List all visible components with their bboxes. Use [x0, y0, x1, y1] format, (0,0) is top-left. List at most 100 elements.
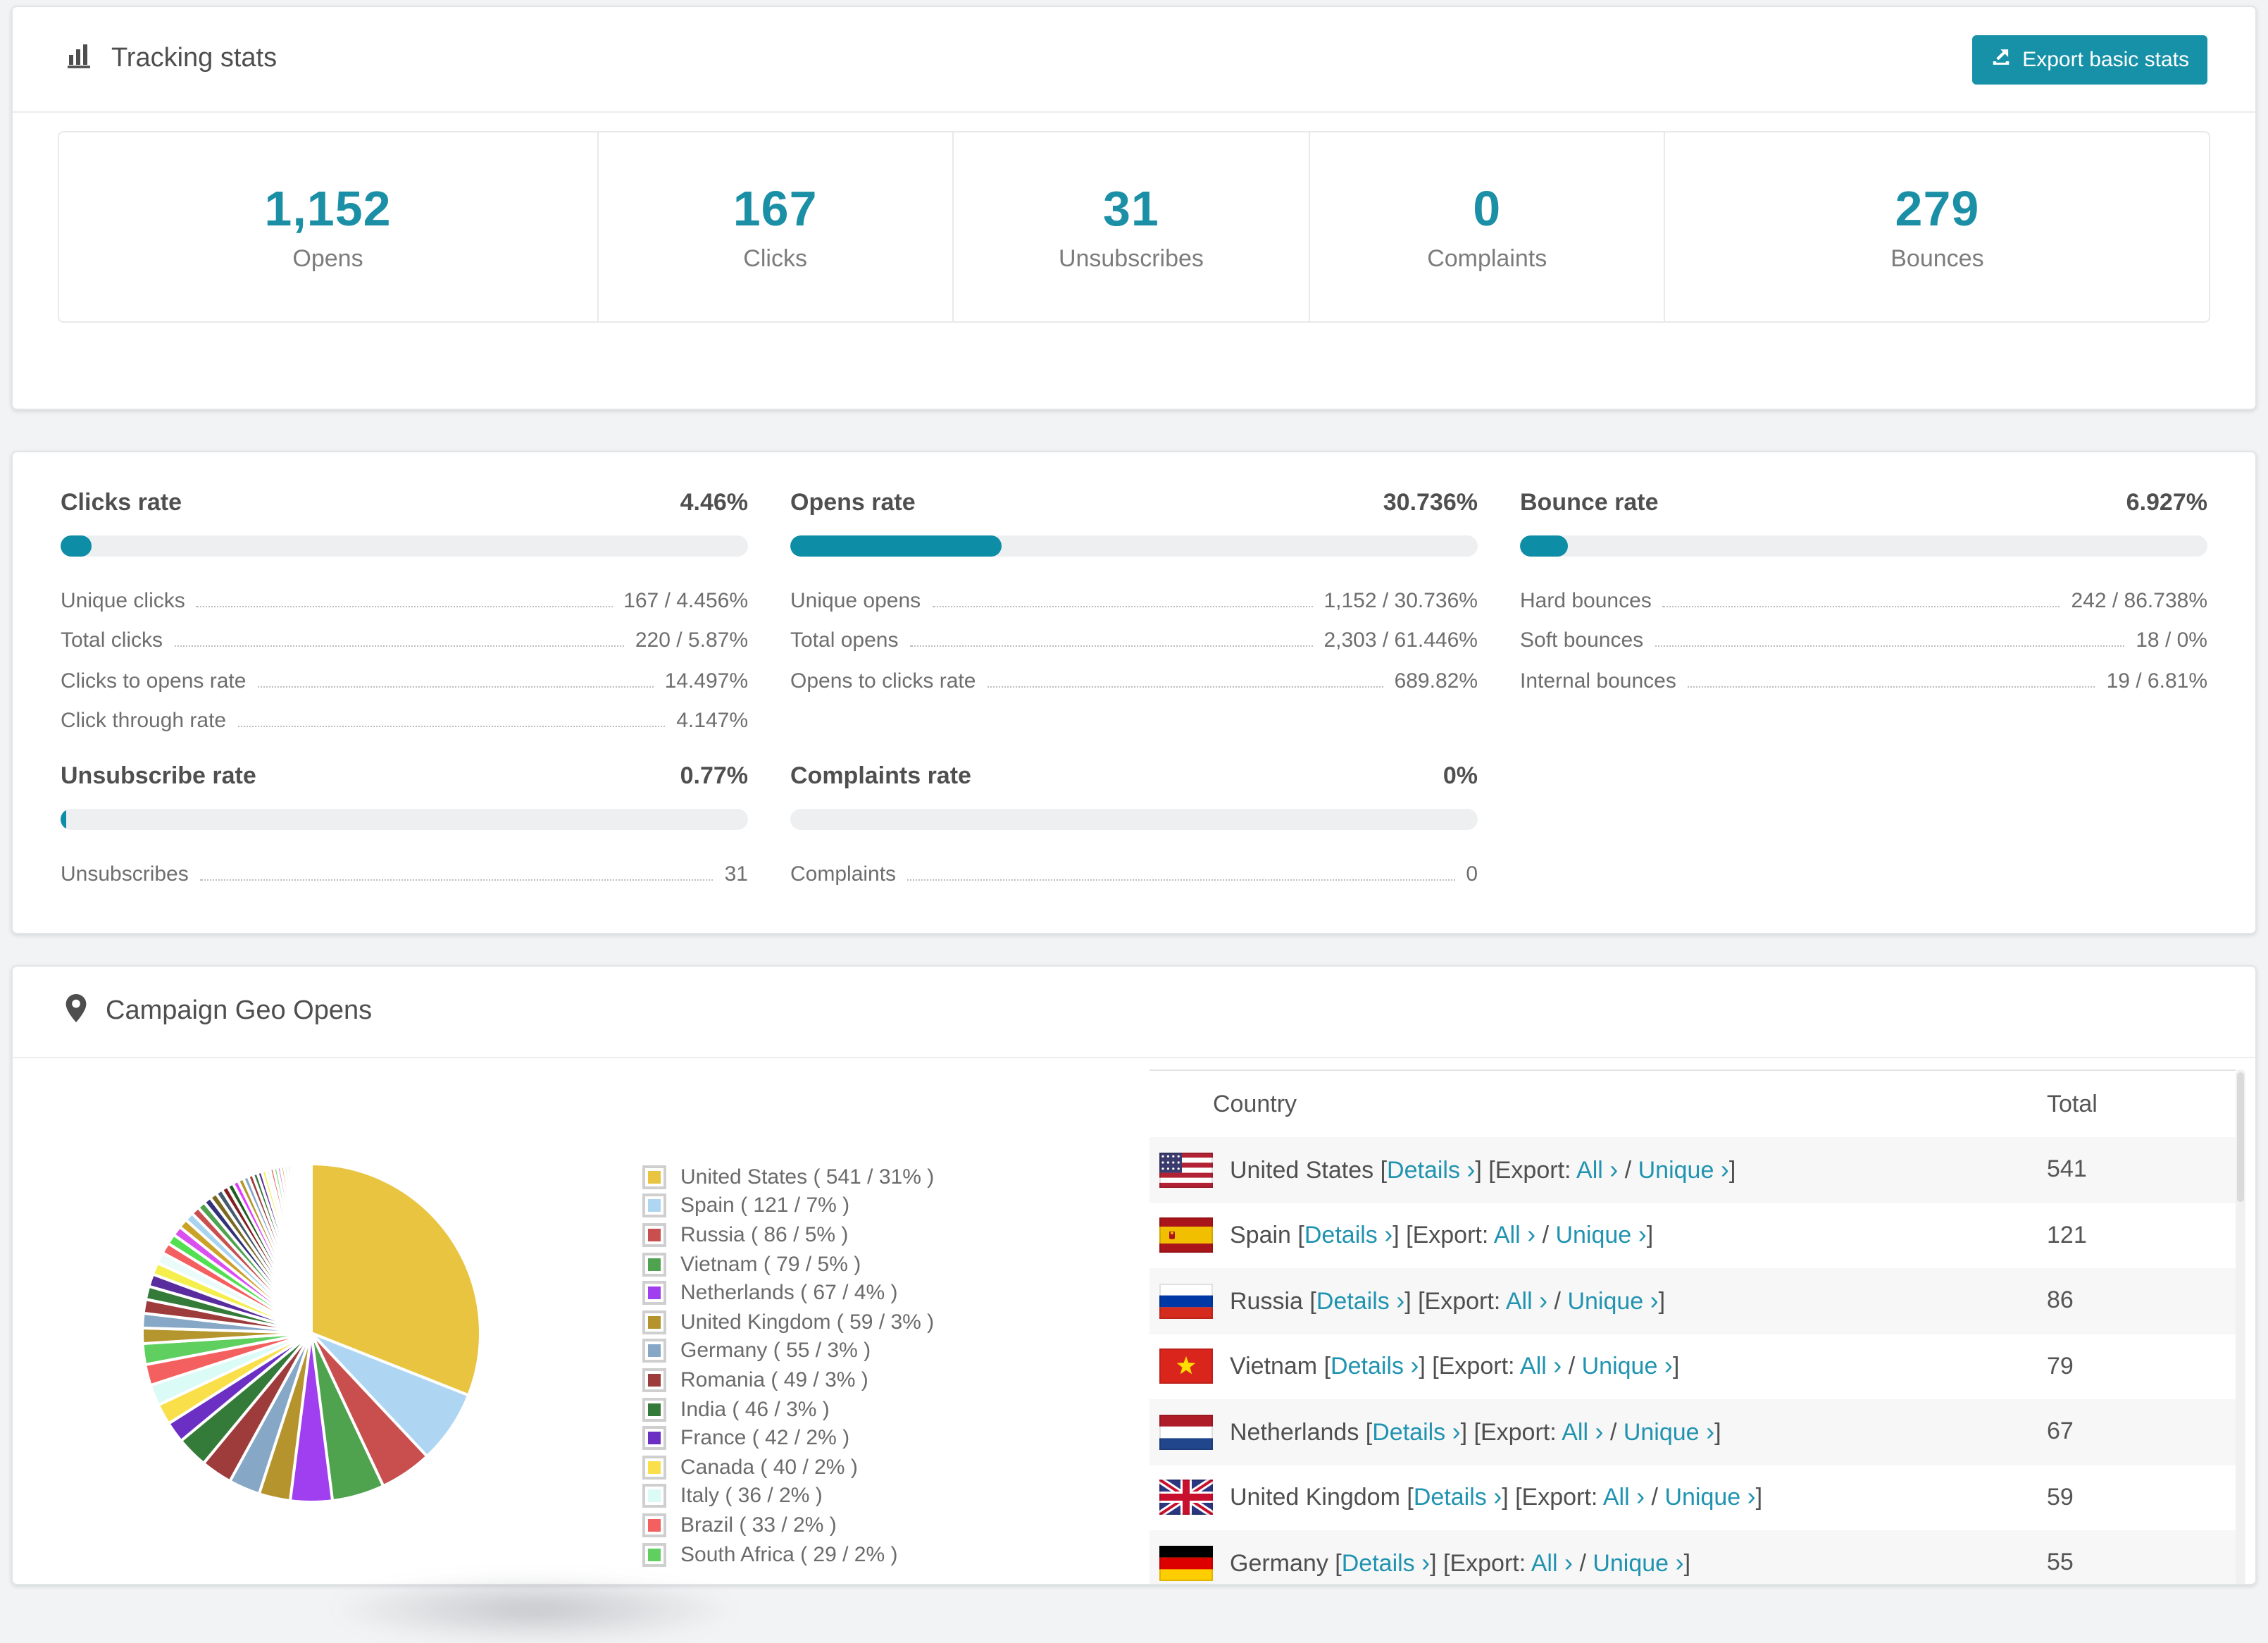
rate-title: Unsubscribe rate	[61, 762, 256, 789]
details-link[interactable]: Details ›	[1414, 1483, 1502, 1511]
country-flag	[1159, 1152, 1213, 1188]
stat-label: Bounces	[1890, 244, 1984, 271]
legend-label: Canada ( 40 / 2% )	[680, 1455, 858, 1480]
country-flag	[1159, 1545, 1213, 1581]
table-row: Netherlands [Details ›] [Export: All › /…	[1149, 1399, 2236, 1465]
bar-chart-icon	[65, 41, 93, 78]
rate-row-value: 689.82%	[1394, 669, 1478, 693]
export-all-link[interactable]: All ›	[1562, 1418, 1603, 1446]
dotted-leader	[196, 605, 613, 607]
legend-item: France ( 42 / 2% )	[642, 1424, 934, 1453]
legend-swatch	[642, 1194, 666, 1218]
rate-column-opens-rate: Opens rate 30.736% Unique opens 1,152 / …	[790, 489, 1478, 737]
export-unique-link[interactable]: Unique ›	[1624, 1418, 1714, 1446]
rate-title: Bounce rate	[1520, 489, 1659, 516]
legend-label: India ( 46 / 3% )	[680, 1397, 830, 1422]
country-name: Vietnam	[1230, 1353, 1324, 1380]
dotted-leader	[199, 879, 714, 880]
rate-row-label: Internal bounces	[1520, 669, 1676, 693]
export-unique-link[interactable]: Unique ›	[1664, 1483, 1755, 1511]
rate-row-label: Hard bounces	[1520, 588, 1652, 612]
dotted-leader	[174, 645, 624, 647]
legend-item: Italy ( 36 / 2% )	[642, 1482, 934, 1511]
export-unique-link[interactable]: Unique ›	[1638, 1155, 1729, 1184]
legend-swatch	[642, 1368, 666, 1392]
stat-bounces: 279 Bounces	[1664, 132, 2209, 321]
export-all-link[interactable]: All ›	[1576, 1155, 1618, 1184]
stat-label: Opens	[292, 244, 363, 271]
legend-label: United States ( 541 / 31% )	[680, 1165, 935, 1189]
rate-row: Total opens 2,303 / 61.446%	[790, 616, 1478, 657]
rate-row-value: 1,152 / 30.736%	[1323, 588, 1478, 612]
stat-opens: 1,152 Opens	[59, 132, 597, 321]
export-all-link[interactable]: All ›	[1603, 1483, 1645, 1511]
country-name: United States	[1230, 1156, 1381, 1184]
geo-body: United States ( 541 / 31% ) Spain ( 121 …	[13, 1058, 2255, 1584]
rate-progress	[61, 535, 748, 557]
details-link[interactable]: Details ›	[1387, 1155, 1475, 1184]
total-value: 55	[2047, 1549, 2074, 1576]
rate-value: 30.736%	[1383, 489, 1478, 516]
dotted-leader	[257, 686, 654, 687]
dotted-leader	[909, 645, 1313, 647]
rate-row-label: Complaints	[790, 862, 897, 886]
rate-value: 6.927%	[2126, 489, 2207, 516]
legend-swatch	[642, 1426, 666, 1451]
legend-swatch	[642, 1455, 666, 1480]
export-unique-link[interactable]: Unique ›	[1593, 1549, 1683, 1577]
dotted-leader	[907, 879, 1455, 880]
details-link[interactable]: Details ›	[1342, 1549, 1430, 1577]
export-unique-link[interactable]: Unique ›	[1567, 1286, 1658, 1315]
dotted-leader	[987, 686, 1383, 687]
table-scrollbar[interactable]	[2236, 1070, 2245, 1584]
column-header-country: Country	[1213, 1090, 1297, 1117]
rate-row-label: Unique opens	[790, 588, 921, 612]
legend-item: Brazil ( 33 / 2% )	[642, 1511, 934, 1539]
table-row: United States [Details ›] [Export: All ›…	[1149, 1137, 2236, 1203]
country-flag	[1159, 1217, 1213, 1253]
legend-item: Romania ( 49 / 3% )	[642, 1365, 934, 1394]
export-all-link[interactable]: All ›	[1531, 1549, 1573, 1577]
rate-row: Total clicks 220 / 5.87%	[61, 616, 748, 657]
rate-progress	[61, 809, 748, 830]
export-all-link[interactable]: All ›	[1506, 1286, 1547, 1315]
legend-item: India ( 46 / 3% )	[642, 1395, 934, 1424]
dotted-leader	[932, 605, 1313, 607]
export-unique-link[interactable]: Unique ›	[1582, 1352, 1673, 1380]
progress-fill	[61, 535, 92, 557]
export-basic-stats-button[interactable]: Export basic stats	[1971, 35, 2207, 84]
rate-row: Soft bounces 18 / 0%	[1520, 616, 2207, 657]
pie-slice[interactable]	[308, 1162, 313, 1334]
stat-label: Clicks	[743, 244, 807, 271]
export-unique-link[interactable]: Unique ›	[1555, 1221, 1646, 1249]
rate-row-value: 0	[1466, 862, 1478, 886]
details-link[interactable]: Details ›	[1372, 1418, 1460, 1446]
legend-item: South Africa ( 29 / 2% )	[642, 1539, 934, 1568]
country-name: Spain	[1230, 1222, 1298, 1249]
rate-row-label: Click through rate	[61, 709, 227, 733]
table-row: Spain [Details ›] [Export: All › / Uniqu…	[1149, 1203, 2236, 1268]
legend-item: United States ( 541 / 31% )	[642, 1162, 934, 1191]
total-value: 86	[2047, 1286, 2074, 1314]
legend-swatch	[642, 1484, 666, 1508]
export-all-link[interactable]: All ›	[1520, 1352, 1562, 1380]
summary-row: 1,152 Opens 167 Clicks 31 Unsubscribes 0 Co…	[58, 131, 2210, 323]
export-all-link[interactable]: All ›	[1494, 1221, 1535, 1249]
legend-label: Romania ( 49 / 3% )	[680, 1368, 868, 1392]
rates-card: Clicks rate 4.46% Unique clicks 167 / 4.…	[11, 451, 2257, 934]
details-link[interactable]: Details ›	[1331, 1352, 1419, 1380]
details-link[interactable]: Details ›	[1304, 1221, 1392, 1249]
rates-grid: Clicks rate 4.46% Unique clicks 167 / 4.…	[13, 452, 2255, 890]
rate-row-value: 220 / 5.87%	[635, 628, 748, 652]
stat-clicks: 167 Clicks	[597, 132, 952, 321]
pie-chart[interactable]	[125, 1147, 497, 1519]
legend-label: France ( 42 / 2% )	[680, 1426, 850, 1451]
details-link[interactable]: Details ›	[1316, 1286, 1404, 1315]
rate-row: Unique opens 1,152 / 30.736%	[790, 576, 1478, 616]
rate-row: Click through rate 4.147%	[61, 697, 748, 737]
stat-value: 0	[1473, 181, 1502, 236]
scrollbar-thumb[interactable]	[2237, 1072, 2244, 1202]
stat-value: 167	[733, 181, 818, 236]
legend-swatch	[642, 1252, 666, 1277]
dotted-leader	[1687, 686, 2095, 687]
